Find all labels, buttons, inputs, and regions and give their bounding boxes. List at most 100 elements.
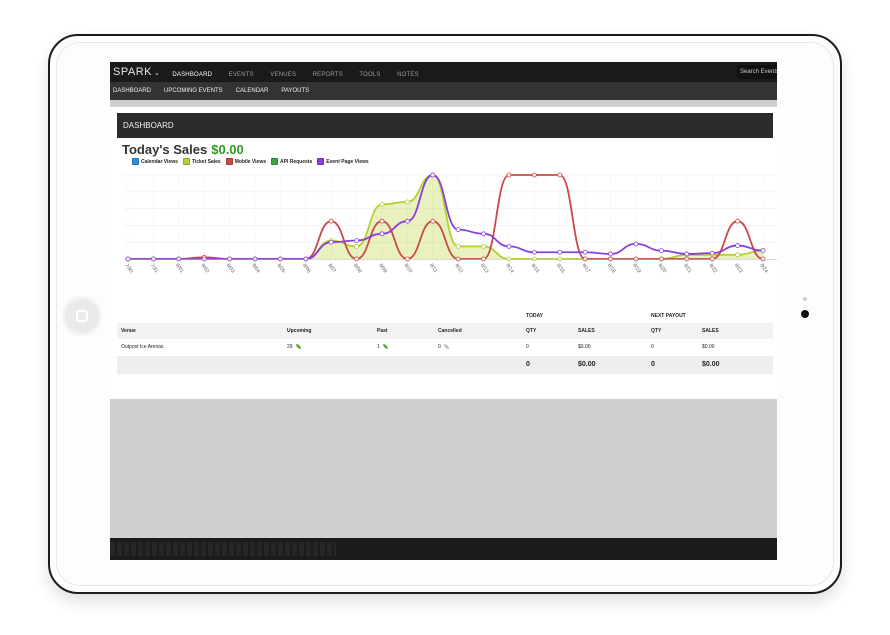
past-count-cell: 1 [377, 339, 388, 355]
legend-api-requests[interactable]: API Requests [271, 158, 312, 165]
legend-event-page-views[interactable]: Event Page Views [317, 158, 369, 165]
data-point [557, 256, 563, 262]
nav-venues[interactable]: VENUES [270, 72, 296, 78]
subnav-upcoming-events[interactable]: UPCOMING EVENTS [164, 88, 223, 94]
subnav-payouts[interactable]: PAYOUTS [281, 88, 309, 94]
data-point [354, 238, 360, 243]
top-navbar: SPARK ⌄ DASHBOARD EVENTS VENUES REPORTS T… [110, 62, 777, 82]
x-tick-label: 8/11 [428, 263, 438, 274]
x-tick-label: 8/07 [327, 263, 338, 275]
leaf-icon[interactable] [443, 344, 449, 350]
spacer-strip [110, 100, 777, 107]
data-point [608, 251, 614, 257]
data-point [404, 199, 410, 205]
sensor-dot [803, 297, 807, 301]
legend-label: API Requests [280, 158, 313, 165]
x-tick-label: 8/13 [479, 263, 490, 275]
col-past: Past [377, 328, 388, 334]
col-cancelled: Cancelled [438, 328, 462, 334]
data-point [582, 249, 588, 255]
x-tick-label: 8/12 [454, 263, 465, 275]
data-point [735, 218, 740, 224]
brand-menu[interactable]: SPARK ⌄ [113, 66, 160, 78]
table-group-header: TODAY NEXT PAYOUT [117, 310, 773, 322]
brand-logo: SPARK [113, 66, 152, 78]
legend-swatch [132, 158, 139, 165]
x-tick-label: 8/20 [657, 263, 668, 275]
data-point [760, 256, 766, 262]
cancelled-count: 0 [438, 344, 441, 350]
data-point [557, 172, 563, 178]
sales-label: Today's Sales [122, 142, 208, 157]
data-point [684, 256, 690, 262]
data-point [455, 244, 461, 249]
main-nav: DASHBOARD EVENTS VENUES REPORTS TOOLS NO… [172, 63, 430, 81]
data-point [328, 218, 334, 224]
legend-label: Ticket Sales [191, 158, 221, 165]
venue-name[interactable]: Outpost Ice Arenas [121, 339, 164, 355]
data-point [659, 256, 664, 262]
nav-reports[interactable]: REPORTS [313, 72, 343, 78]
x-tick-label: 8/08 [352, 263, 363, 275]
home-button[interactable] [62, 296, 102, 336]
x-tick-label: 8/14 [504, 263, 515, 275]
upcoming-count: 29 [287, 344, 293, 350]
nav-tools[interactable]: TOOLS [359, 72, 380, 78]
footer-pattern [110, 542, 336, 556]
data-point [430, 218, 436, 224]
legend-label: Event Page Views [326, 158, 369, 165]
group-today: TODAY [526, 313, 543, 319]
subnav-dashboard[interactable]: DASHBOARD [113, 88, 151, 94]
col-payout-qty: QTY [651, 328, 662, 334]
legend-mobile-views[interactable]: Mobile Views [225, 158, 266, 165]
data-point [659, 248, 664, 253]
legend-swatch [182, 158, 190, 165]
nav-notes[interactable]: NOTES [397, 72, 419, 78]
leaf-icon[interactable] [382, 344, 388, 350]
total-payout-qty: 0 [651, 361, 655, 368]
legend-calendar-views[interactable]: Calendar Views [132, 158, 178, 165]
x-tick-label: 8/09 [377, 263, 388, 275]
data-point [125, 256, 131, 262]
data-point [709, 250, 715, 256]
data-point [633, 241, 639, 247]
data-point [404, 218, 410, 224]
payout-qty: 0 [651, 344, 654, 350]
x-tick-label: 8/01 [174, 263, 185, 275]
series-area-ticket-sales [128, 175, 763, 259]
data-point [379, 218, 385, 224]
x-tick-label: 8/06 [301, 263, 312, 275]
x-tick-label: 8/02 [200, 263, 211, 275]
nav-events[interactable]: EVENTS [229, 72, 254, 78]
data-point [277, 256, 283, 262]
data-point [430, 172, 436, 178]
sales-amount: $0.00 [211, 142, 244, 157]
data-point [557, 249, 563, 255]
data-point [506, 172, 512, 178]
search-input[interactable]: Search Events [737, 65, 777, 79]
data-point [633, 256, 639, 262]
data-point [481, 244, 487, 249]
data-point [303, 256, 309, 262]
x-tick-label: 8/19 [631, 263, 642, 275]
data-point [608, 256, 614, 262]
data-point [176, 256, 182, 262]
data-point [506, 244, 512, 249]
legend-swatch [317, 158, 325, 165]
data-point [531, 256, 537, 262]
sales-chart: 7/30 7/31 8/01 8/02 8/03 8/04 8/05 8/06 8/07 8/08… [110, 169, 777, 309]
past-count: 1 [377, 344, 380, 350]
data-point [455, 256, 461, 262]
data-point [354, 244, 360, 249]
data-point [404, 256, 410, 262]
leaf-icon[interactable] [295, 344, 301, 350]
data-point [227, 256, 232, 262]
legend-swatch [271, 158, 279, 165]
x-tick-label: 8/17 [581, 263, 592, 275]
nav-dashboard[interactable]: DASHBOARD [172, 72, 212, 78]
x-tick-label: 8/05 [276, 263, 287, 275]
legend-swatch [225, 158, 233, 165]
legend-ticket-sales[interactable]: Ticket Sales [182, 158, 221, 165]
x-tick-label: 8/21 [682, 263, 693, 275]
subnav-calendar[interactable]: CALENDAR [236, 88, 269, 94]
